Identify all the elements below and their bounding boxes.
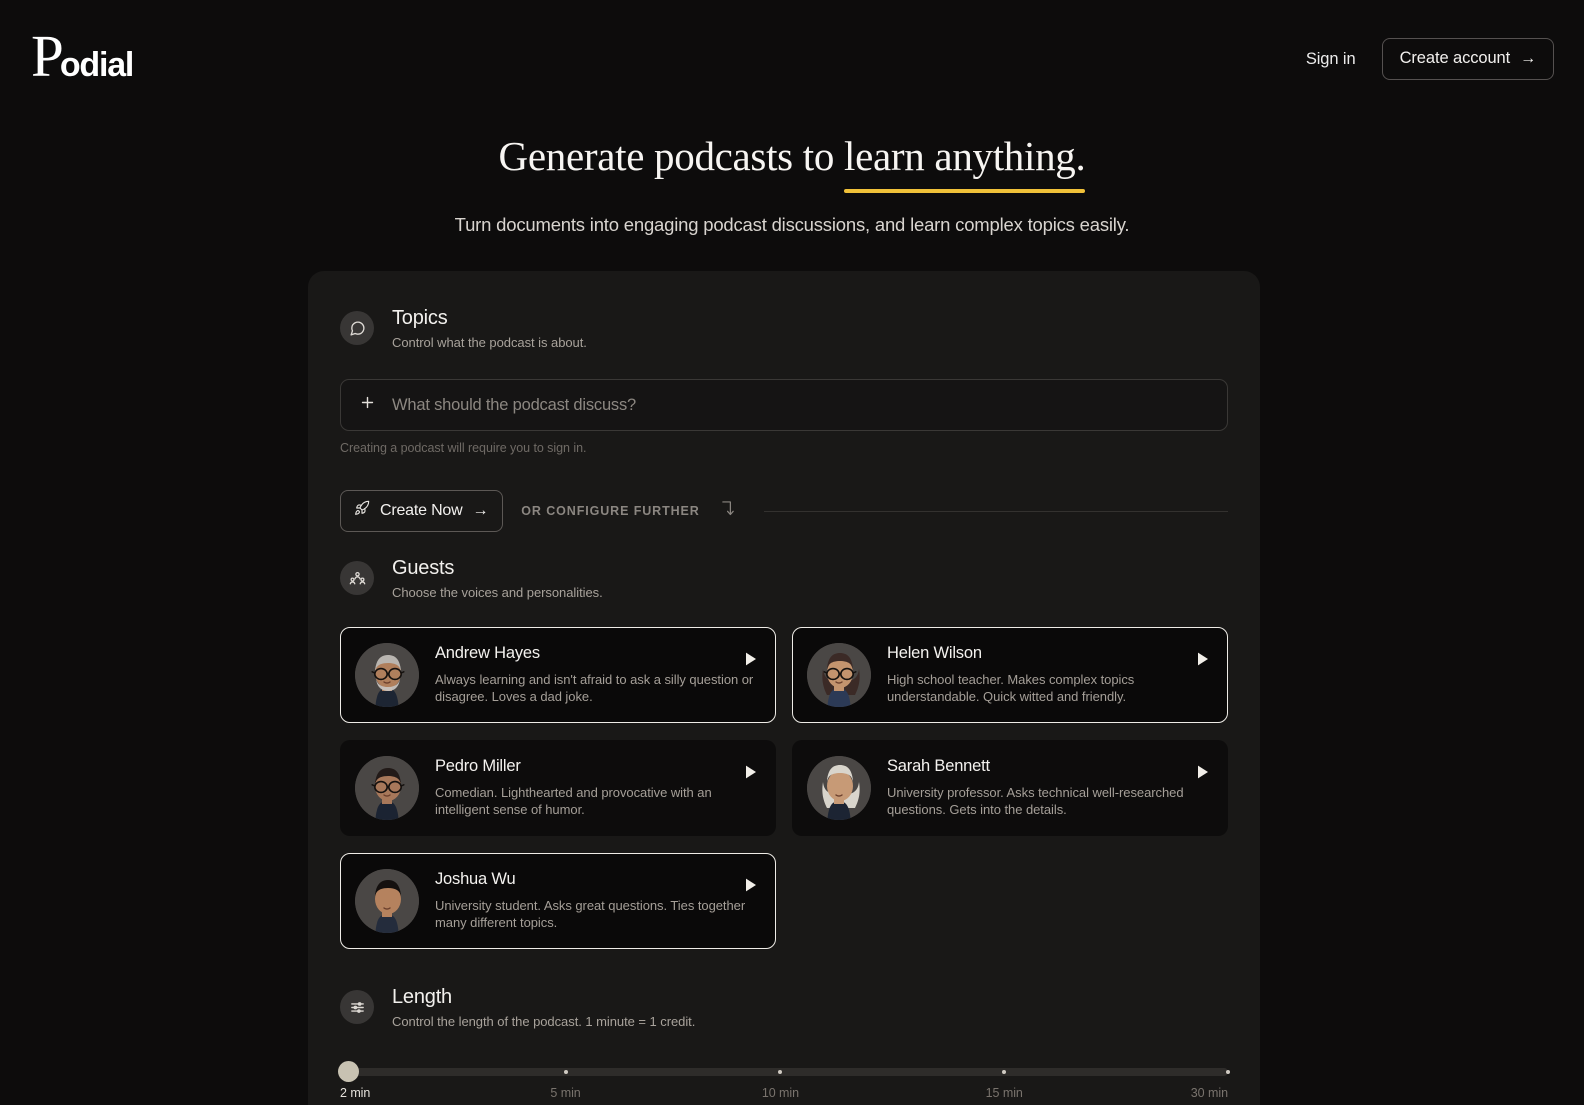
hero-subtitle: Turn documents into engaging podcast dis… — [454, 214, 1130, 236]
play-icon[interactable] — [743, 877, 759, 893]
topic-input[interactable] — [392, 395, 1209, 415]
slider-tick — [1002, 1070, 1007, 1074]
slider-tick-label: 10 min — [761, 1086, 800, 1100]
divider-line — [763, 510, 1228, 512]
guest-name: Joshua Wu — [435, 870, 516, 889]
avatar — [807, 643, 871, 707]
create-account-button[interactable]: Create account → — [1381, 38, 1554, 80]
arrow-right-icon: → — [1520, 49, 1536, 67]
length-header-text: Length Control the length of the podcast… — [392, 985, 695, 1029]
slider-tick-label: 2 min — [340, 1086, 371, 1100]
create-row: Create Now → OR CONFIGURE FURTHER — [340, 490, 1228, 532]
create-now-label: Create Now — [380, 501, 463, 519]
avatar — [807, 756, 871, 820]
guests-header-text: Guests Choose the voices and personaliti… — [392, 556, 603, 600]
avatar — [355, 643, 419, 707]
people-group-icon — [340, 561, 374, 595]
play-icon[interactable] — [743, 651, 759, 667]
sign-in-hint: Creating a podcast will require you to s… — [340, 441, 587, 455]
guest-card[interactable]: Andrew Hayes Always learning and isn't a… — [340, 627, 776, 723]
guest-card-grid: Andrew Hayes Always learning and isn't a… — [340, 627, 1228, 949]
slider-track[interactable] — [340, 1068, 1228, 1076]
topics-section: Topics Control what the podcast is about… — [340, 306, 1228, 532]
avatar — [355, 869, 419, 933]
length-title: Length — [392, 986, 452, 1008]
slider-tick — [563, 1070, 568, 1074]
topic-input-container[interactable] — [340, 379, 1228, 431]
arrow-corner-down-icon — [721, 500, 736, 522]
play-icon[interactable] — [1195, 764, 1211, 780]
guest-name: Sarah Bennett — [887, 757, 990, 776]
guest-description: Always learning and isn't afraid to ask … — [435, 672, 754, 705]
slider-tick-label: 5 min — [550, 1086, 581, 1100]
logo-letter-p: P — [31, 23, 64, 89]
create-now-button[interactable]: Create Now → — [340, 490, 504, 532]
guests-subtitle: Choose the voices and personalities. — [392, 585, 603, 600]
header-actions: Sign in Create account → — [1302, 38, 1554, 80]
length-subtitle: Control the length of the podcast. 1 min… — [392, 1014, 696, 1029]
guest-description: University student. Asks great questions… — [435, 898, 746, 931]
topics-header-text: Topics Control what the podcast is about… — [392, 306, 587, 350]
guest-name: Andrew Hayes — [435, 644, 540, 663]
guests-title: Guests — [392, 557, 455, 579]
play-icon[interactable] — [743, 764, 759, 780]
guest-info: Pedro Miller Comedian. Lighthearted and … — [435, 757, 759, 818]
length-section: Length Control the length of the podcast… — [338, 985, 1230, 1105]
slider-labels: 2 min 5 min 10 min 15 min 30 min — [340, 1086, 1228, 1105]
create-account-label: Create account — [1399, 49, 1511, 67]
guests-section: Guests Choose the voices and personaliti… — [340, 556, 1228, 949]
guests-header: Guests Choose the voices and personaliti… — [340, 556, 1228, 600]
hero-title-highlight: learn anything. — [844, 131, 1086, 194]
guest-name: Pedro Miller — [435, 757, 521, 776]
slider-thumb[interactable] — [338, 1061, 359, 1082]
topics-header: Topics Control what the podcast is about… — [340, 306, 1228, 350]
or-configure-label: OR CONFIGURE FURTHER — [521, 504, 700, 518]
topics-subtitle: Control what the podcast is about. — [392, 335, 587, 350]
guest-info: Helen Wilson High school teacher. Makes … — [887, 644, 1211, 705]
slider-tick — [1226, 1070, 1230, 1074]
rocket-icon — [354, 500, 370, 521]
guest-name: Helen Wilson — [887, 644, 982, 663]
length-slider[interactable]: 2 min 5 min 10 min 15 min 30 min — [338, 1058, 1230, 1105]
slider-tick-label: 15 min — [985, 1086, 1023, 1100]
plus-icon — [359, 394, 376, 416]
guest-description: Comedian. Lighthearted and provocative w… — [435, 785, 712, 818]
site-header: P odial Sign in Create account → — [0, 0, 1584, 118]
length-header: Length Control the length of the podcast… — [340, 985, 1228, 1029]
page-title: Generate podcasts to learn anything. — [0, 131, 1584, 194]
sign-in-link[interactable]: Sign in — [1302, 44, 1360, 75]
speech-bubble-icon — [340, 311, 374, 345]
guest-card[interactable]: Helen Wilson High school teacher. Makes … — [792, 627, 1228, 723]
guest-description: High school teacher. Makes complex topic… — [887, 672, 1135, 705]
hero-title-plain: Generate podcasts to — [498, 133, 845, 179]
guest-description: University professor. Asks technical wel… — [887, 785, 1184, 818]
guest-info: Andrew Hayes Always learning and isn't a… — [435, 644, 759, 705]
arrow-right-icon: → — [472, 501, 489, 519]
slider-tick-label: 30 min — [1190, 1086, 1228, 1100]
brand-logo[interactable]: P odial — [31, 23, 135, 89]
guest-info: Sarah Bennett University professor. Asks… — [887, 757, 1211, 818]
play-icon[interactable] — [1195, 651, 1211, 667]
avatar — [355, 756, 419, 820]
configurator-panel: Topics Control what the podcast is about… — [308, 271, 1260, 1105]
logo-text: odial — [59, 46, 135, 84]
guest-card[interactable]: Sarah Bennett University professor. Asks… — [792, 740, 1228, 836]
guest-info: Joshua Wu University student. Asks great… — [435, 870, 759, 931]
slider-tick — [778, 1070, 783, 1074]
topics-title: Topics — [392, 307, 448, 329]
guest-card[interactable]: Joshua Wu University student. Asks great… — [340, 853, 776, 949]
guest-card[interactable]: Pedro Miller Comedian. Lighthearted and … — [340, 740, 776, 836]
hero-section: Generate podcasts to learn anything. Tur… — [0, 131, 1584, 236]
sliders-icon — [340, 990, 374, 1024]
